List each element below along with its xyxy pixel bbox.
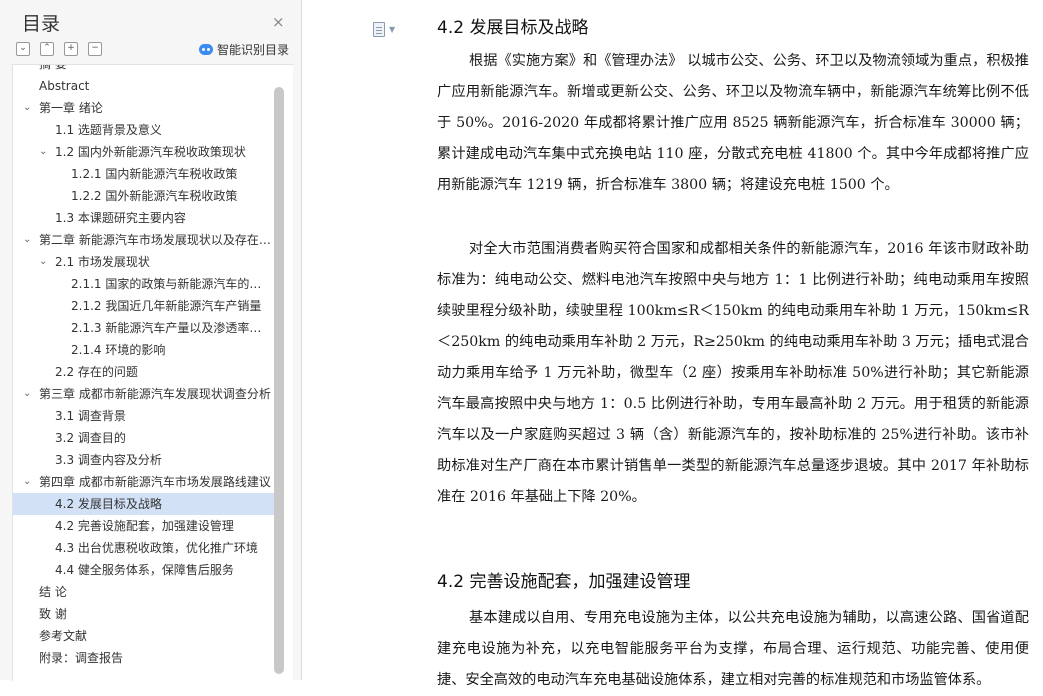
chevron-down-icon: ▼ (389, 25, 396, 34)
toc-item[interactable]: 致 谢 (13, 603, 275, 625)
toc-item[interactable]: 4.4 健全服务体系，保障售后服务 (13, 559, 275, 581)
toc-list: 摘 要 Abstract ⌄ 第一章 绪论 1.1 选题背景及意义 ⌄ 1.2 国内外新能源… (13, 64, 275, 669)
paragraph-menu-button[interactable]: ▼ (373, 22, 395, 37)
toc-item-label: 参考文献 (39, 629, 88, 643)
toc-item-label: 致 谢 (39, 607, 67, 621)
chevron-down-icon[interactable]: ⌄ (39, 141, 47, 163)
toc-item-label: 1.1 选题背景及意义 (55, 123, 162, 137)
toc-item-label: 第一章 绪论 (39, 101, 103, 115)
toc-item[interactable]: 4.2 发展目标及战略 (13, 493, 275, 515)
toc-item[interactable]: 结 论 (13, 581, 275, 603)
paragraph-subsidy-standard: 对全大市范围消费者购买符合国家和成都相关条件的新能源汽车，2016 年该市财政补… (437, 241, 1029, 505)
chevron-down-icon[interactable]: ⌄ (39, 251, 47, 273)
paragraph-charging-facilities: 基本建成以自用、专用充电设施为主体，以公共充电设施为辅助，以高速公路、国省道配建… (437, 610, 1029, 688)
add-heading-icon[interactable]: + (64, 42, 78, 56)
toc-item-label: 1.2.2 国外新能源汽车税收政策 (71, 189, 238, 203)
toc-item-label: 附录：调查报告 (39, 651, 124, 665)
toc-item[interactable]: ⌄ 第二章 新能源汽车市场发展现状以及存在的问题 (13, 229, 275, 251)
toc-item-label: 2.1 市场发展现状 (55, 255, 150, 269)
toc-item[interactable]: 4.2 完善设施配套，加强建设管理 (13, 515, 275, 537)
collapse-all-icon[interactable]: ⌄ (16, 42, 30, 56)
chevron-down-icon[interactable]: ⌄ (23, 229, 31, 251)
toc-item-label: Abstract (39, 79, 90, 93)
toc-item-label: 结 论 (39, 585, 67, 599)
toc-item-label: 2.1.3 新能源汽车产量以及渗透率分析 (71, 321, 271, 335)
close-icon[interactable]: × (272, 13, 285, 31)
toc-item[interactable]: 3.2 调查目的 (13, 427, 275, 449)
toc-item[interactable]: 附录：调查报告 (13, 647, 275, 669)
sidebar-title: 目录 (22, 13, 61, 35)
toc-item[interactable]: 1.3 本课题研究主要内容 (13, 207, 275, 229)
toc-item[interactable]: 3.1 调查背景 (13, 405, 275, 427)
document-area: ▼ 4.2 发展目标及战略 根据《实施方案》和《管理办法》 以城市公交、公务、环… (303, 0, 1043, 688)
toc-item-label: 4.4 健全服务体系，保障售后服务 (55, 563, 234, 577)
toc-item[interactable]: 参考文献 (13, 625, 275, 647)
toc-item[interactable]: ⌄ 1.2 国内外新能源汽车税收政策现状 (13, 141, 275, 163)
toc-item-label: 2.1.4 环境的影响 (71, 343, 166, 357)
toc-item-label: 第四章 成都市新能源汽车市场发展路线建议 (39, 475, 271, 489)
toc-item[interactable]: 2.1.4 环境的影响 (13, 339, 275, 361)
toc-item-label: 3.2 调查目的 (55, 431, 126, 445)
toc-item-label: 4.3 出台优惠税收政策，优化推广环境 (55, 541, 258, 555)
expand-up-icon[interactable]: ⌃ (40, 42, 54, 56)
toc-item-label: 4.2 发展目标及战略 (55, 497, 162, 511)
toc-item[interactable]: 2.2 存在的问题 (13, 361, 275, 383)
paragraph-implementation-plan: 根据《实施方案》和《管理办法》 以城市公交、公务、环卫以及物流领域为重点，积极推… (437, 53, 1029, 193)
toc-item[interactable]: 2.1.2 我国近几年新能源汽车产销量 (13, 295, 275, 317)
toc-item-label: 1.2 国内外新能源汽车税收政策现状 (55, 145, 246, 159)
toc-item-label: 3.1 调查背景 (55, 409, 126, 423)
toc-item-label: 摘 要 (39, 64, 67, 71)
remove-heading-icon[interactable]: − (88, 42, 102, 56)
toc-item-label: 第二章 新能源汽车市场发展现状以及存在的问题 (39, 233, 271, 247)
document-icon (373, 22, 385, 37)
toc-scrollbar[interactable] (274, 87, 284, 674)
smart-recognize-label: 智能识别目录 (217, 43, 290, 57)
toc-item[interactable]: ⌄ 第四章 成都市新能源汽车市场发展路线建议 (13, 471, 275, 493)
smart-recognize-toc-button[interactable]: 智能识别目录 (199, 41, 289, 58)
toc-item[interactable]: ⌄ 第三章 成都市新能源汽车发展现状调查分析 (13, 383, 275, 405)
toc-item[interactable]: 1.2.1 国内新能源汽车税收政策 (13, 163, 275, 185)
toc-item-label: 4.2 完善设施配套，加强建设管理 (55, 519, 234, 533)
toc-sidebar: 目录 × ⌄ ⌃ + − 智能识别目录 摘 要 Abstract ⌄ 第一章 绪论 1.… (0, 0, 302, 681)
toc-item[interactable]: ⌄ 第一章 绪论 (13, 97, 275, 119)
toc-item[interactable]: 1.1 选题背景及意义 (13, 119, 275, 141)
toc-item[interactable]: 摘 要 (13, 64, 275, 75)
chevron-down-icon[interactable]: ⌄ (23, 97, 31, 119)
toc-item[interactable]: Abstract (13, 75, 275, 97)
toc-item-label: 第三章 成都市新能源汽车发展现状调查分析 (39, 387, 271, 401)
toc-item-label: 1.3 本课题研究主要内容 (55, 211, 186, 225)
toc-item-label: 3.3 调查内容及分析 (55, 453, 162, 467)
toc-item-label: 1.2.1 国内新能源汽车税收政策 (71, 167, 238, 181)
toc-panel: 摘 要 Abstract ⌄ 第一章 绪论 1.1 选题背景及意义 ⌄ 1.2 国内外新能源… (12, 64, 293, 681)
toc-item[interactable]: 1.2.2 国外新能源汽车税收政策 (13, 185, 275, 207)
ai-robot-icon (199, 44, 213, 55)
chevron-down-icon[interactable]: ⌄ (23, 471, 31, 493)
toc-item-label: 2.1.2 我国近几年新能源汽车产销量 (71, 299, 262, 313)
toc-item[interactable]: 4.3 出台优惠税收政策，优化推广环境 (13, 537, 275, 559)
heading-goals-strategy: 4.2 发展目标及战略 (437, 18, 589, 38)
toc-item-label: 2.2 存在的问题 (55, 365, 138, 379)
toc-item[interactable]: ⌄ 2.1 市场发展现状 (13, 251, 275, 273)
toc-toolbar: ⌄ ⌃ + − (16, 42, 102, 56)
toc-item[interactable]: 3.3 调查内容及分析 (13, 449, 275, 471)
chevron-down-icon[interactable]: ⌄ (23, 383, 31, 405)
toc-item[interactable]: 2.1.1 国家的政策与新能源汽车的发展 (13, 273, 275, 295)
toc-item-label: 2.1.1 国家的政策与新能源汽车的发展 (71, 277, 271, 291)
toc-item[interactable]: 2.1.3 新能源汽车产量以及渗透率分析 (13, 317, 275, 339)
heading-infrastructure: 4.2 完善设施配套，加强建设管理 (437, 572, 691, 592)
